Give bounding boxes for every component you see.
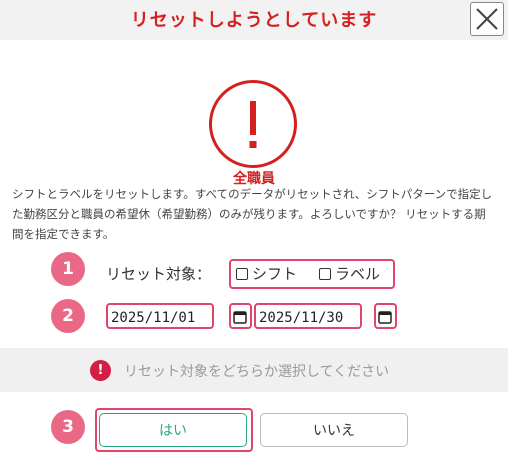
notice-text: リセット対象をどちらか選択してください <box>124 364 390 380</box>
yes-button[interactable]: はい <box>99 413 247 447</box>
alert-icon: ! <box>90 360 111 381</box>
close-button[interactable] <box>470 2 504 36</box>
end-date-input[interactable]: 2025/11/30 <box>256 307 360 329</box>
label-checkbox-option[interactable]: ラベル <box>319 263 380 284</box>
calendar-icon <box>378 311 392 324</box>
label-checkbox-label: ラベル <box>335 265 381 283</box>
calendar-icon <box>233 311 247 324</box>
exclamation-icon <box>249 101 257 148</box>
warning-circle <box>209 80 297 168</box>
close-icon <box>476 8 498 30</box>
step-badge-3: 3 <box>51 410 85 444</box>
description-text: シフトとラベルをリセットします。すべてのデータがリセットされ、シフトパターンで指… <box>12 187 493 241</box>
step-badge-1: 1 <box>51 252 85 286</box>
dialog-title: リセットしようとしています <box>130 10 378 31</box>
shift-checkbox-option[interactable]: シフト <box>236 263 297 284</box>
shift-checkbox-label: シフト <box>252 265 298 283</box>
start-calendar-button[interactable] <box>230 306 250 328</box>
start-date-input[interactable]: 2025/11/01 <box>108 307 212 329</box>
notice-bar: ! リセット対象をどちらか選択してください <box>0 348 508 392</box>
label-checkbox[interactable] <box>319 267 331 280</box>
step-badge-2: 2 <box>51 299 85 333</box>
dialog-header: リセットしようとしています <box>0 0 508 40</box>
reset-target-label: リセット対象： <box>106 265 212 283</box>
end-calendar-button[interactable] <box>375 306 395 328</box>
shift-checkbox[interactable] <box>236 267 248 280</box>
no-button[interactable]: いいえ <box>260 413 408 447</box>
